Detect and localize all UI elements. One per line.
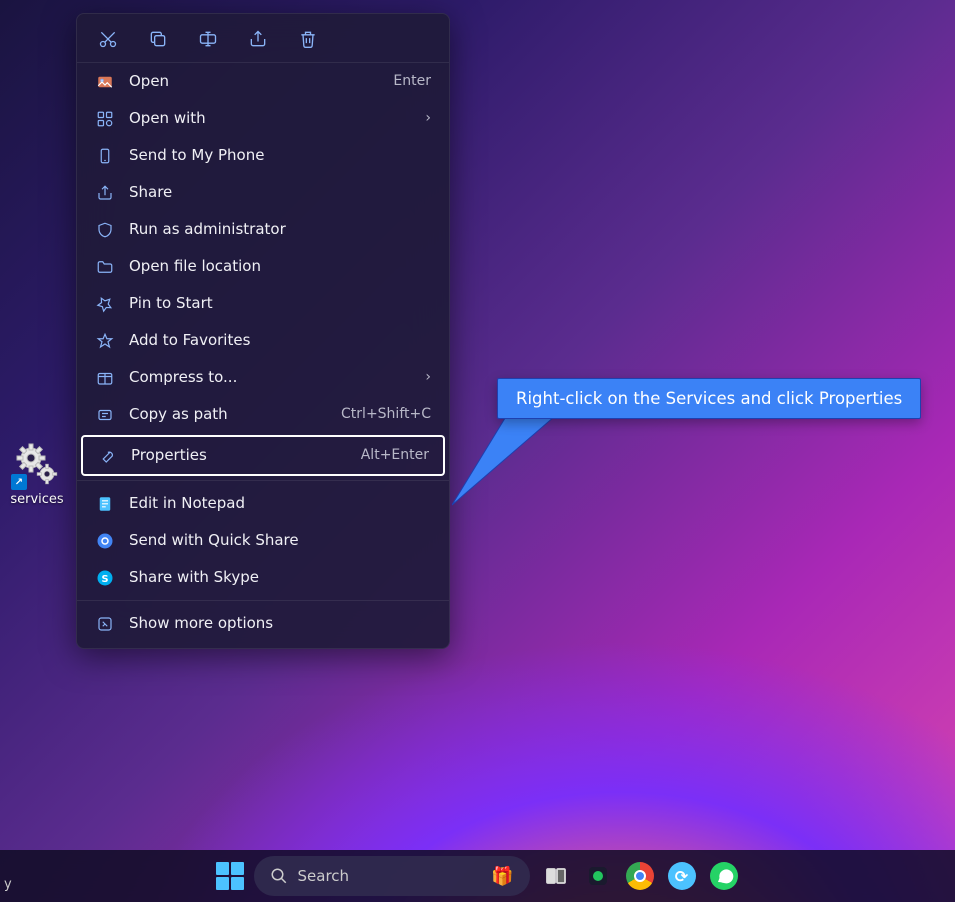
taskbar-chrome-icon[interactable] (624, 860, 656, 892)
phone-icon (95, 146, 115, 166)
instruction-callout: Right-click on the Services and click Pr… (497, 378, 921, 419)
menu-item-label: Edit in Notepad (129, 493, 431, 514)
archive-icon (95, 368, 115, 388)
start-button[interactable] (216, 862, 244, 890)
chevron-right-icon: › (425, 368, 431, 388)
folder-icon (95, 257, 115, 277)
menu-item-properties[interactable]: Properties Alt+Enter (81, 435, 445, 476)
menu-item-shortcut: Enter (393, 72, 431, 92)
menu-item-label: Run as administrator (129, 219, 431, 240)
menu-item-label: Open (129, 71, 379, 92)
menu-item-show-more[interactable]: Show more options (77, 605, 449, 642)
copy-path-icon (95, 405, 115, 425)
menu-item-open-with[interactable]: Open with › (77, 100, 449, 137)
menu-separator (77, 480, 449, 481)
notepad-icon (95, 494, 115, 514)
search-placeholder: Search (298, 867, 350, 885)
desktop-shortcut-services[interactable]: ↗ services (8, 440, 66, 507)
task-view-icon[interactable] (540, 860, 572, 892)
context-menu: Open Enter Open with › Send to My Phone … (76, 13, 450, 649)
search-icon (270, 867, 288, 885)
context-menu-toolbar (77, 14, 449, 63)
desktop-icon-label: services (8, 492, 66, 507)
quickshare-icon (95, 531, 115, 551)
menu-item-edit-notepad[interactable]: Edit in Notepad (77, 485, 449, 522)
copy-icon[interactable] (147, 28, 169, 50)
image-icon (95, 72, 115, 92)
menu-item-shortcut: Ctrl+Shift+C (341, 405, 431, 425)
menu-item-compress[interactable]: Compress to... › (77, 359, 449, 396)
menu-item-copy-path[interactable]: Copy as path Ctrl+Shift+C (77, 396, 449, 433)
menu-item-label: Copy as path (129, 404, 327, 425)
callout-text: Right-click on the Services and click Pr… (516, 389, 902, 408)
menu-item-label: Add to Favorites (129, 330, 431, 351)
star-icon (95, 331, 115, 351)
taskbar-app-green[interactable] (582, 860, 614, 892)
taskbar-sync-icon[interactable]: ⟳ (666, 860, 698, 892)
share-icon (95, 183, 115, 203)
delete-icon[interactable] (297, 28, 319, 50)
menu-item-label: Share with Skype (129, 567, 431, 588)
menu-item-label: Show more options (129, 613, 431, 634)
wrench-icon (97, 446, 117, 466)
menu-item-open[interactable]: Open Enter (77, 63, 449, 100)
taskbar-left-text: y (4, 877, 12, 892)
menu-item-label: Properties (131, 445, 347, 466)
menu-item-run-admin[interactable]: Run as administrator (77, 211, 449, 248)
services-gear-icon: ↗ (13, 440, 61, 488)
share-toolbar-icon[interactable] (247, 28, 269, 50)
taskbar: y Search 🎁 ⟳ (0, 850, 955, 902)
menu-item-open-location[interactable]: Open file location (77, 248, 449, 285)
menu-item-skype[interactable]: S Share with Skype (77, 559, 449, 596)
menu-item-shortcut: Alt+Enter (361, 446, 429, 466)
shortcut-arrow-icon: ↗ (11, 474, 27, 490)
svg-text:S: S (101, 573, 108, 584)
taskbar-search[interactable]: Search 🎁 (254, 856, 530, 896)
shield-icon (95, 220, 115, 240)
chevron-right-icon: › (425, 109, 431, 129)
open-with-icon (95, 109, 115, 129)
more-icon (95, 614, 115, 634)
menu-item-add-favorites[interactable]: Add to Favorites (77, 322, 449, 359)
menu-item-label: Send to My Phone (129, 145, 431, 166)
menu-item-label: Send with Quick Share (129, 530, 431, 551)
menu-item-label: Open with (129, 108, 411, 129)
menu-item-send-phone[interactable]: Send to My Phone (77, 137, 449, 174)
menu-item-pin-start[interactable]: Pin to Start (77, 285, 449, 322)
menu-item-share[interactable]: Share (77, 174, 449, 211)
menu-separator (77, 600, 449, 601)
pin-icon (95, 294, 115, 314)
taskbar-whatsapp-icon[interactable] (708, 860, 740, 892)
menu-item-label: Share (129, 182, 431, 203)
skype-icon: S (95, 568, 115, 588)
menu-item-label: Pin to Start (129, 293, 431, 314)
gift-icon: 🎁 (491, 866, 513, 887)
rename-icon[interactable] (197, 28, 219, 50)
cut-icon[interactable] (97, 28, 119, 50)
menu-item-label: Open file location (129, 256, 431, 277)
menu-item-label: Compress to... (129, 367, 411, 388)
menu-item-quick-share[interactable]: Send with Quick Share (77, 522, 449, 559)
